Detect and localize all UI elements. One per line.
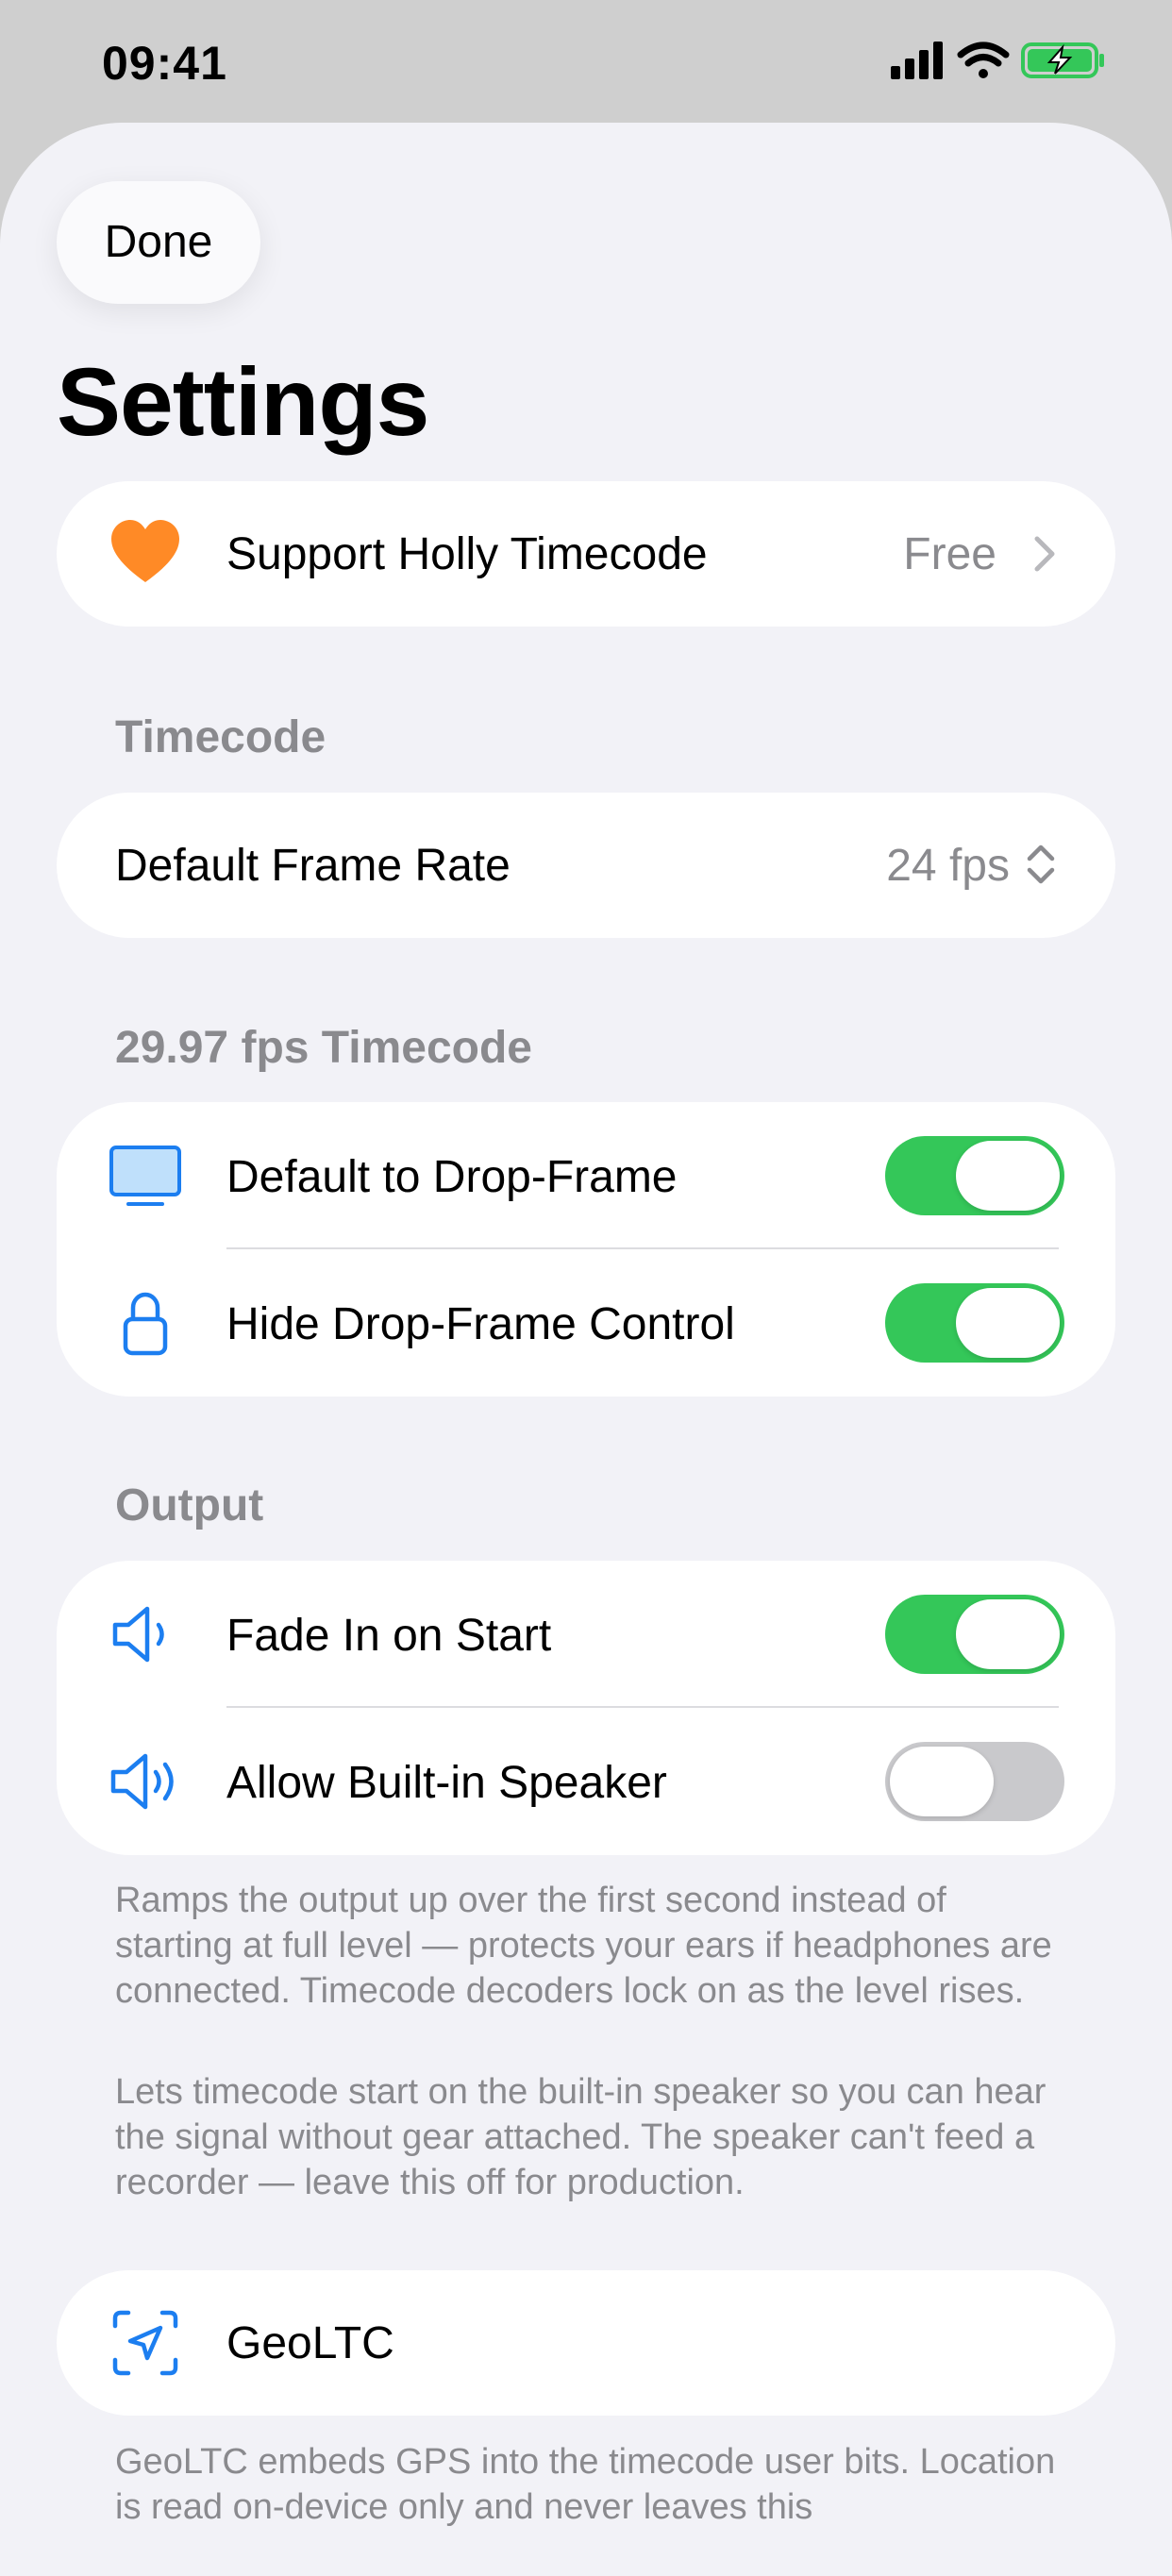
drop-frame-card: Default to Drop-Frame Hide Drop-Frame Co…	[57, 1102, 1115, 1397]
hide-drop-frame-toggle[interactable]	[885, 1283, 1064, 1363]
section-header-output: Output	[115, 1480, 264, 1531]
fade-in-footnote: Ramps the output up over the first secon…	[115, 1881, 1052, 2011]
section-header-drop-frame: 29.97 fps Timecode	[115, 1023, 532, 1073]
hide-drop-frame-label: Hide Drop-Frame Control	[226, 1299, 735, 1349]
chevron-right-icon	[1034, 536, 1055, 572]
hide-drop-frame-row[interactable]: Hide Drop-Frame Control	[57, 1249, 1115, 1397]
status-icons	[891, 40, 1108, 87]
default-drop-frame-label: Default to Drop-Frame	[226, 1152, 678, 1202]
built-in-speaker-row[interactable]: Allow Built-in Speaker	[57, 1708, 1115, 1855]
cellular-signal-icon	[891, 42, 943, 79]
toggle-knob	[956, 1141, 1060, 1211]
speaker-low-icon	[112, 1606, 164, 1663]
speaker-footnote: Lets timecode start on the built-in spea…	[115, 2072, 1046, 2202]
support-label: Support Holly Timecode	[226, 529, 708, 579]
status-bar: 09:41	[0, 0, 1172, 127]
page-title: Settings	[57, 348, 429, 456]
frame-rate-row[interactable]: Default Frame Rate 24 fps	[57, 793, 1115, 938]
speaker-high-icon	[110, 1753, 174, 1810]
toggle-knob	[956, 1288, 1060, 1358]
geoltc-row[interactable]: GeoLTC	[57, 2270, 1115, 2416]
default-drop-frame-toggle[interactable]	[885, 1136, 1064, 1215]
support-row[interactable]: Support Holly Timecode Free	[57, 481, 1115, 627]
location-viewfinder-icon	[112, 2310, 178, 2376]
display-icon	[109, 1146, 181, 1206]
wifi-icon	[957, 42, 1010, 78]
support-price: Free	[903, 529, 996, 579]
done-button[interactable]: Done	[57, 181, 260, 304]
built-in-speaker-label: Allow Built-in Speaker	[226, 1758, 667, 1808]
battery-charging-icon	[1021, 42, 1104, 78]
geoltc-label: GeoLTC	[226, 2318, 394, 2368]
default-drop-frame-row[interactable]: Default to Drop-Frame	[57, 1102, 1115, 1249]
fade-in-label: Fade In on Start	[226, 1611, 552, 1661]
frame-rate-value[interactable]: 24 fps	[886, 840, 1010, 892]
fade-in-row[interactable]: Fade In on Start	[57, 1561, 1115, 1708]
status-time: 09:41	[102, 37, 227, 90]
frame-rate-label: Default Frame Rate	[115, 841, 511, 891]
section-header-timecode: Timecode	[115, 712, 326, 762]
chevron-up-down-icon	[1027, 845, 1055, 884]
fade-in-toggle[interactable]	[885, 1595, 1064, 1674]
output-card: Fade In on Start Allow Built-in Speaker	[57, 1561, 1115, 1855]
toggle-knob	[956, 1599, 1060, 1669]
built-in-speaker-toggle[interactable]	[885, 1742, 1064, 1821]
geoltc-footnote: GeoLTC embeds GPS into the timecode user…	[115, 2442, 1056, 2527]
lock-icon	[123, 1292, 168, 1356]
heart-icon	[111, 520, 179, 582]
toggle-knob	[890, 1747, 994, 1816]
